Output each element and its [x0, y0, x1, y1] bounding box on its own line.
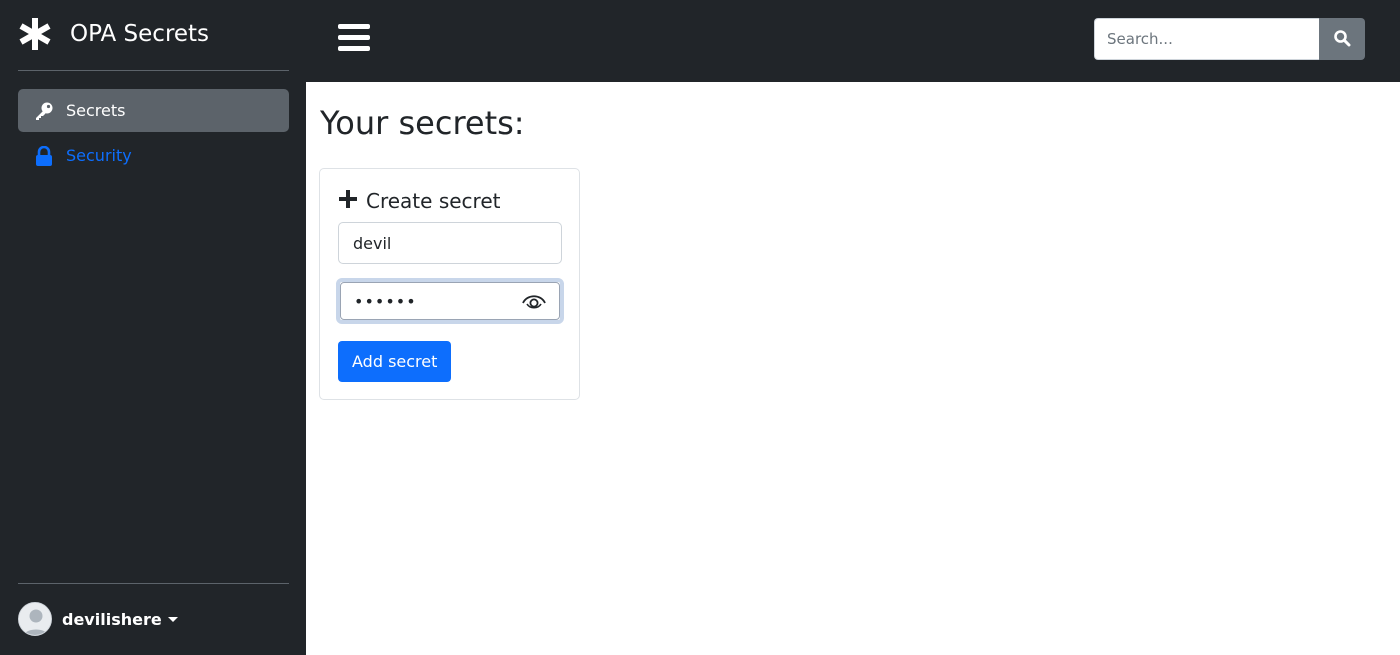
brand-link[interactable]: OPA Secrets: [18, 14, 209, 54]
search-icon: [1333, 29, 1351, 50]
sidebar-divider: [18, 583, 289, 584]
main-content: Your secrets: Create secret Add: [306, 82, 1400, 655]
hamburger-icon[interactable]: [338, 24, 370, 54]
key-icon: [34, 101, 54, 121]
page-title: Your secrets:: [320, 104, 525, 142]
create-secret-card: Create secret Add secret: [319, 168, 580, 400]
asterisk-icon: [18, 17, 52, 51]
lock-icon: [34, 145, 54, 166]
card-title: Create secret: [366, 189, 501, 213]
brand-title: OPA Secrets: [70, 21, 210, 47]
search-button[interactable]: [1319, 18, 1365, 60]
sidebar-item-security[interactable]: Security: [18, 134, 289, 177]
user-menu[interactable]: devilishere: [18, 601, 178, 637]
sidebar-divider: [18, 70, 289, 71]
search-input[interactable]: [1094, 18, 1319, 60]
sidebar-item-secrets[interactable]: Secrets: [18, 89, 289, 132]
caret-down-icon: [167, 616, 178, 622]
secret-value-field: [336, 278, 564, 324]
sidebar: OPA Secrets Secrets Security devilishere: [0, 0, 306, 655]
plus-icon: [338, 189, 358, 213]
username: devilishere: [62, 609, 162, 629]
avatar: [18, 602, 52, 636]
card-header: Create secret: [338, 189, 500, 213]
sidebar-item-label: Security: [66, 146, 132, 165]
secret-name-input[interactable]: [338, 222, 562, 264]
search-form: [1094, 18, 1365, 60]
sidebar-item-label: Secrets: [66, 101, 126, 120]
eye-icon[interactable]: [522, 291, 546, 311]
add-secret-button[interactable]: Add secret: [338, 341, 452, 382]
top-navbar: [306, 0, 1400, 82]
